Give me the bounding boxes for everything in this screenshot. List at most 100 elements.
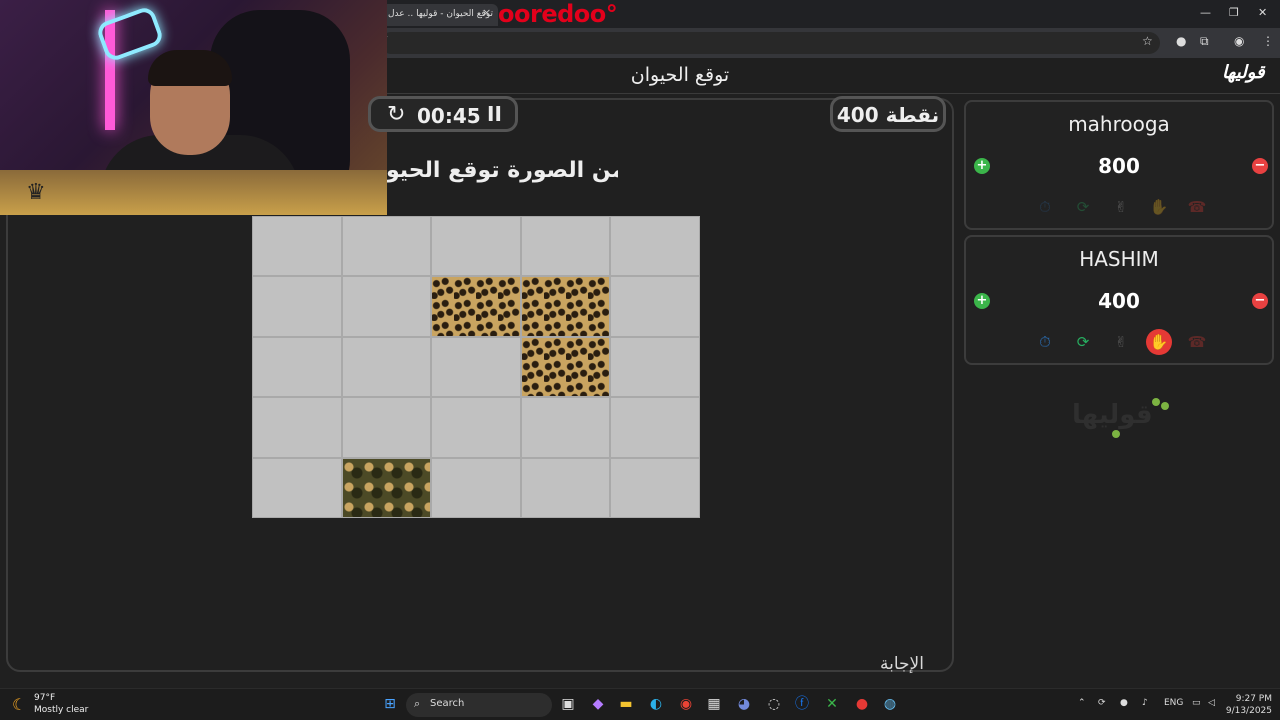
player-score: 800 [1098, 154, 1140, 178]
hidden-tile[interactable] [341, 276, 432, 337]
phone-call-icon[interactable]: ☎ [1184, 194, 1210, 220]
microphone-icon[interactable]: ♪ [1142, 698, 1148, 708]
taskbar-search[interactable]: ⌕ Search [406, 693, 552, 717]
taskbar: ☾ 97°F Mostly clear ⊞ ⌕ Search ▣ ◆ ▬ ◐ ◉… [0, 688, 1280, 720]
streamer-hair [148, 50, 232, 86]
hidden-tile[interactable] [520, 216, 611, 277]
weather-description: Mostly clear [34, 705, 89, 715]
revealed-tile[interactable] [341, 457, 432, 518]
loading-dot [1112, 430, 1120, 438]
site-logo[interactable]: قوليها [1222, 62, 1265, 83]
player-card: mahrooga + 800 − ⏱ ⟳ ✌ ✋ ☎ [964, 100, 1274, 230]
app-red-icon[interactable]: ● [852, 694, 872, 714]
stop-hand-icon[interactable]: ✋ [1146, 194, 1172, 220]
timer-value: 00:45 [417, 104, 481, 128]
streamer-logo-icon: ♛ [26, 180, 46, 205]
puzzle-extensions-icon[interactable]: ⧉ [1200, 34, 1209, 49]
stopwatch-icon[interactable]: ⏱ [1032, 194, 1058, 220]
timer-pill: ↻ 00:45 II [368, 96, 518, 132]
excel-icon[interactable]: ✕ [822, 694, 842, 714]
hidden-tile[interactable] [252, 276, 342, 337]
edge-icon[interactable]: ◐ [646, 694, 666, 714]
hidden-tile[interactable] [431, 457, 521, 518]
chrome-icon[interactable]: ◉ [676, 694, 696, 714]
hidden-tile[interactable] [252, 216, 342, 277]
tray-app-icon[interactable]: ● [1120, 698, 1128, 708]
ooredoo-banner: ooredoo° [498, 0, 618, 28]
facebook-icon[interactable]: ⓕ [792, 694, 812, 714]
hidden-tile[interactable] [252, 336, 342, 398]
file-explorer-icon[interactable]: ▬ [616, 694, 636, 714]
swap-arrows-icon[interactable]: ⟳ [1070, 194, 1096, 220]
copilot-icon[interactable]: ◆ [588, 694, 608, 714]
hidden-tile[interactable] [610, 336, 700, 398]
tray-sync-icon[interactable]: ⟳ [1098, 698, 1106, 708]
bookmark-star-icon[interactable]: ☆ [1142, 34, 1153, 48]
extension-icon[interactable]: ● [1176, 34, 1186, 48]
pause-icon[interactable]: II [487, 102, 502, 126]
revealed-tile[interactable] [520, 336, 611, 398]
weather-temp: 97°F [34, 693, 56, 703]
subtract-points-button[interactable]: − [1252, 293, 1268, 309]
hidden-tile[interactable] [341, 397, 432, 458]
hidden-tile[interactable] [610, 276, 700, 337]
hidden-tile[interactable] [341, 336, 432, 398]
hidden-tile[interactable] [252, 397, 342, 458]
loading-dot [1161, 402, 1169, 410]
store-icon[interactable]: ▦ [704, 694, 724, 714]
hidden-tile[interactable] [610, 457, 700, 518]
language-indicator[interactable]: ENG [1164, 698, 1183, 708]
player-name: HASHIM [1079, 247, 1159, 271]
hidden-tile[interactable] [610, 216, 700, 277]
swap-arrows-icon[interactable]: ⟳ [1070, 329, 1096, 355]
maximize-icon[interactable]: ❐ [1229, 6, 1239, 19]
puzzle-grid [252, 216, 700, 518]
url-input[interactable]: / [380, 32, 1160, 54]
hidden-tile[interactable] [610, 397, 700, 458]
volume-icon[interactable]: ◁ [1208, 698, 1215, 708]
tab-close-icon[interactable]: × [482, 6, 491, 19]
logo-watermark: قوليها [1072, 400, 1153, 430]
app-icon[interactable]: ◌ [764, 694, 784, 714]
webcam-frame-bottom [0, 170, 387, 215]
start-windows-icon[interactable]: ⊞ [380, 694, 400, 714]
subtract-points-button[interactable]: − [1252, 158, 1268, 174]
player-score: 400 [1098, 289, 1140, 313]
clock[interactable]: 9:27 PM 9/13/2025 [1218, 693, 1272, 717]
clock-date: 9/13/2025 [1225, 706, 1272, 716]
stopwatch-icon[interactable]: ⏱ [1032, 329, 1058, 355]
hidden-tile[interactable] [520, 457, 611, 518]
answer-button[interactable]: الإجابة [862, 654, 942, 674]
discord-icon[interactable]: ◕ [734, 694, 754, 714]
close-window-icon[interactable]: ✕ [1258, 6, 1267, 19]
hidden-tile[interactable] [252, 457, 342, 518]
hidden-tile[interactable] [520, 397, 611, 458]
page-title: توقع الحيوان [630, 64, 730, 86]
steam-icon[interactable]: ◍ [880, 694, 900, 714]
task-view-icon[interactable]: ▣ [558, 694, 578, 714]
player-name: mahrooga [1068, 112, 1170, 136]
player-card: HASHIM + 400 − ⏱ ⟳ ✌ ✋ ☎ [964, 235, 1274, 365]
hidden-tile[interactable] [431, 336, 521, 398]
peace-hand-icon[interactable]: ✌ [1108, 194, 1134, 220]
menu-kebab-icon[interactable]: ⋮ [1262, 34, 1274, 48]
stop-hand-icon[interactable]: ✋ [1146, 329, 1172, 355]
network-icon[interactable]: ▭ [1192, 698, 1201, 708]
browser-tab[interactable]: توقع الحيوان - قوليها .. عدل [378, 4, 498, 26]
revealed-tile[interactable] [520, 276, 611, 337]
revealed-tile[interactable] [431, 276, 521, 337]
hidden-tile[interactable] [431, 397, 521, 458]
question-text: من الصورة توقع الحيو [386, 158, 618, 183]
peace-hand-icon[interactable]: ✌ [1108, 329, 1134, 355]
clock-time: 9:27 PM [1235, 694, 1272, 704]
profile-icon[interactable]: ◉ [1234, 34, 1244, 48]
loading-dot [1152, 398, 1160, 406]
powerups-row: ⏱ ⟳ ✌ ✋ ☎ [1032, 194, 1208, 220]
weather-moon-icon[interactable]: ☾ [12, 695, 26, 714]
phone-call-icon[interactable]: ☎ [1184, 329, 1210, 355]
tray-chevron-icon[interactable]: ⌃ [1078, 698, 1086, 708]
refresh-timer-icon[interactable]: ↻ [387, 102, 405, 127]
hidden-tile[interactable] [341, 216, 432, 277]
minimize-icon[interactable]: — [1200, 6, 1211, 19]
hidden-tile[interactable] [431, 216, 521, 277]
